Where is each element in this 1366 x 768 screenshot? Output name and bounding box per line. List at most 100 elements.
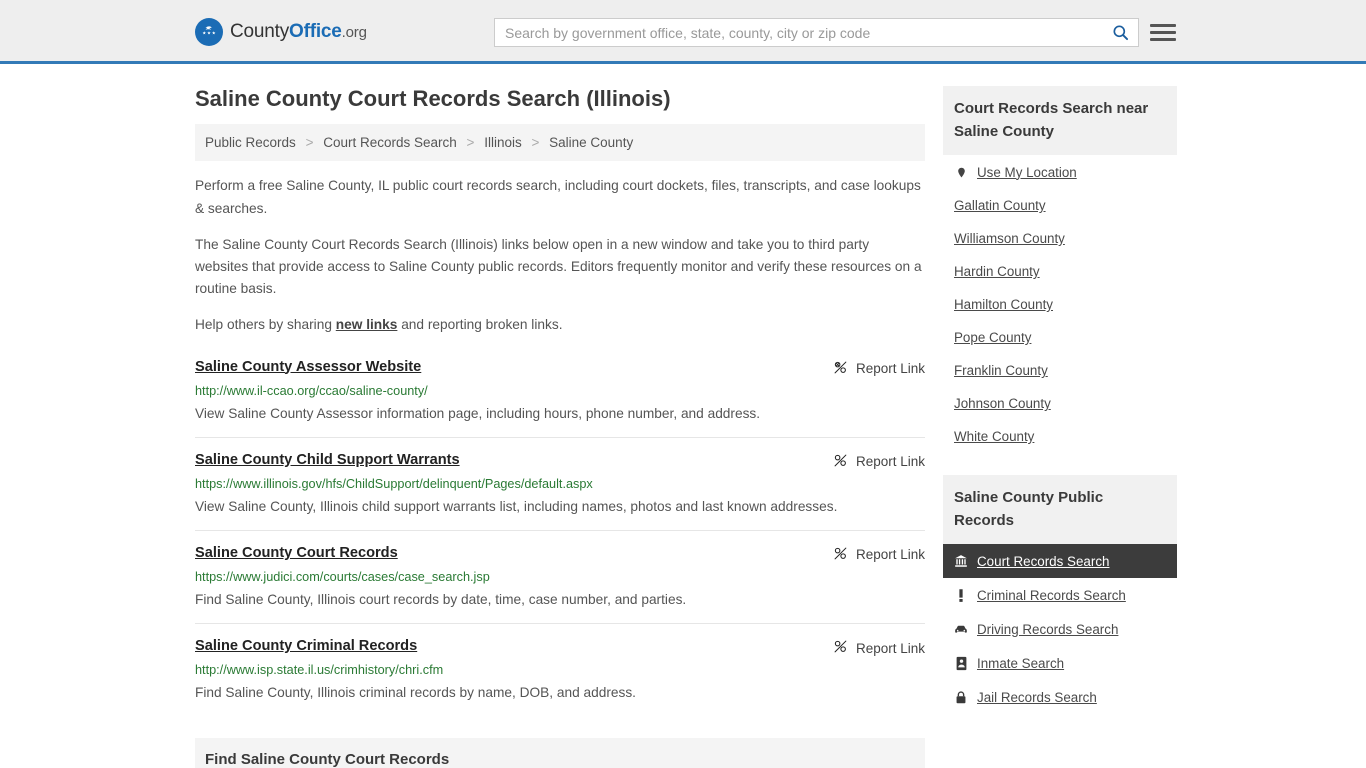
menu-bar-3: [1150, 37, 1176, 41]
lock-icon: [954, 689, 968, 705]
result-url[interactable]: https://www.judici.com/courts/cases/case…: [195, 570, 925, 584]
result-item: Saline County Child Support Warrants Rep…: [195, 436, 925, 530]
exclamation-icon: [954, 587, 968, 603]
breadcrumb: Public Records > Court Records Search > …: [195, 124, 925, 162]
result-url[interactable]: https://www.illinois.gov/hfs/ChildSuppor…: [195, 477, 925, 491]
sidebar-item-inmate-search[interactable]: Inmate Search: [943, 646, 1177, 680]
intro-text: Perform a free Saline County, IL public …: [195, 175, 925, 336]
sidebar-item-hamilton-county[interactable]: Hamilton County: [943, 288, 1177, 321]
result-description: Find Saline County, Illinois criminal re…: [195, 685, 636, 701]
county-link[interactable]: Pope County: [954, 330, 1031, 345]
report-link-button[interactable]: Report Link: [833, 639, 925, 657]
find-records-section: Find Saline County Court Records: [195, 738, 925, 768]
report-link-label: Report Link: [855, 547, 925, 563]
sidebar-item-white-county[interactable]: White County: [943, 420, 1177, 453]
brand-part-county: County: [230, 21, 290, 42]
brand-part-office: Office: [289, 21, 342, 42]
sidebar-link[interactable]: Inmate Search: [977, 656, 1064, 671]
sidebar-public-records-heading: Saline County Public Records: [943, 475, 1177, 544]
sidebar-nearby-heading: Court Records Search near Saline County: [943, 86, 1177, 155]
breadcrumb-item-public-records[interactable]: Public Records: [205, 135, 296, 150]
sidebar-nearby-block: Court Records Search near Saline County …: [943, 86, 1177, 453]
result-item: Saline County Court Records Report Link: [195, 529, 925, 623]
result-header: Saline County Criminal Records Report Li…: [195, 638, 925, 657]
sidebar-item-franklin-county[interactable]: Franklin County: [943, 354, 1177, 387]
result-item: Saline County Criminal Records Report Li…: [195, 623, 925, 716]
county-link[interactable]: White County: [954, 429, 1034, 444]
report-link-label: Report Link: [855, 361, 925, 377]
result-header: Saline County Child Support Warrants Rep…: [195, 452, 925, 471]
result-description: View Saline County Assessor information …: [195, 405, 761, 421]
breadcrumb-separator: >: [466, 135, 475, 151]
eagle-seal-icon: [195, 18, 223, 46]
broken-link-icon: [833, 639, 848, 657]
intro-paragraph-2: The Saline County Court Records Search (…: [195, 236, 922, 297]
result-title-link[interactable]: Saline County Criminal Records: [195, 638, 417, 654]
result-item: Saline County Assessor Website Report Li…: [195, 353, 925, 437]
new-links-link[interactable]: new links: [336, 317, 398, 332]
sidebar-item-williamson-county[interactable]: Williamson County: [943, 222, 1177, 255]
breadcrumb-item-illinois[interactable]: Illinois: [484, 135, 522, 150]
sidebar-link[interactable]: Driving Records Search: [977, 622, 1118, 637]
breadcrumb-item-court-records-search[interactable]: Court Records Search: [323, 135, 457, 150]
content-row: Saline County Court Records Search (Illi…: [195, 64, 1177, 768]
intro-p3-after: and reporting broken links.: [397, 317, 563, 333]
result-url[interactable]: http://www.il-ccao.org/ccao/saline-count…: [195, 384, 925, 398]
result-title-link[interactable]: Saline County Court Records: [195, 545, 398, 561]
breadcrumb-item-saline-county: Saline County: [549, 135, 634, 151]
sidebar-item-criminal-records-search[interactable]: Criminal Records Search: [943, 578, 1177, 612]
main-column: Saline County Court Records Search (Illi…: [195, 64, 925, 768]
sidebar-item-jail-records-search[interactable]: Jail Records Search: [943, 680, 1177, 714]
id-card-icon: [954, 655, 968, 671]
report-link-button[interactable]: Report Link: [833, 546, 925, 564]
courthouse-icon: [954, 553, 968, 569]
sidebar-item-use-my-location[interactable]: Use My Location: [943, 155, 1177, 189]
results-list: Saline County Assessor Website Report Li…: [195, 353, 925, 717]
site-header: CountyOffice.org: [0, 0, 1366, 64]
report-link-label: Report Link: [855, 454, 925, 470]
county-link[interactable]: Williamson County: [954, 231, 1065, 246]
search-bar: [494, 18, 1139, 47]
sidebar-item-gallatin-county[interactable]: Gallatin County: [943, 189, 1177, 222]
county-link[interactable]: Hardin County: [954, 264, 1040, 279]
car-icon: [954, 621, 968, 637]
find-records-title: Find Saline County Court Records: [205, 751, 450, 768]
page-body: Saline County Court Records Search (Illi…: [0, 64, 1366, 768]
sidebar-link[interactable]: Jail Records Search: [977, 690, 1097, 705]
result-title-link[interactable]: Saline County Assessor Website: [195, 359, 421, 375]
breadcrumb-separator: >: [305, 135, 314, 151]
sidebar-link[interactable]: Criminal Records Search: [977, 588, 1126, 603]
sidebar-link[interactable]: Court Records Search: [977, 554, 1109, 569]
sidebar-item-court-records-search[interactable]: Court Records Search: [943, 544, 1177, 578]
intro-p3-before: Help others by sharing: [195, 317, 336, 333]
sidebar-item-pope-county[interactable]: Pope County: [943, 321, 1177, 354]
report-link-button[interactable]: Report Link: [833, 453, 925, 471]
sidebar-item-driving-records-search[interactable]: Driving Records Search: [943, 612, 1177, 646]
search-input[interactable]: [495, 19, 1102, 46]
broken-link-icon: [833, 546, 848, 564]
result-title-link[interactable]: Saline County Child Support Warrants: [195, 452, 460, 468]
sidebar: Court Records Search near Saline County …: [943, 64, 1177, 714]
county-link[interactable]: Hamilton County: [954, 297, 1053, 312]
result-description: View Saline County, Illinois child suppo…: [195, 498, 838, 514]
menu-bar-1: [1150, 23, 1176, 27]
report-link-button[interactable]: Report Link: [833, 360, 925, 378]
result-url[interactable]: http://www.isp.state.il.us/crimhistory/c…: [195, 663, 925, 677]
county-link[interactable]: Johnson County: [954, 396, 1051, 411]
page-title: Saline County Court Records Search (Illi…: [195, 86, 671, 111]
county-link[interactable]: Gallatin County: [954, 198, 1046, 213]
sidebar-item-hardin-county[interactable]: Hardin County: [943, 255, 1177, 288]
result-description: Find Saline County, Illinois court recor…: [195, 591, 687, 607]
report-link-label: Report Link: [855, 640, 925, 656]
sidebar-public-records-block: Saline County Public Records Court Recor…: [943, 475, 1177, 714]
use-my-location-link[interactable]: Use My Location: [977, 165, 1077, 180]
search-icon[interactable]: [1102, 19, 1138, 46]
result-header: Saline County Court Records Report Link: [195, 545, 925, 564]
site-logo[interactable]: CountyOffice.org: [195, 18, 367, 46]
county-link[interactable]: Franklin County: [954, 363, 1048, 378]
result-header: Saline County Assessor Website Report Li…: [195, 359, 925, 378]
breadcrumb-separator: >: [531, 135, 540, 151]
brand-text: CountyOffice.org: [230, 21, 367, 43]
sidebar-item-johnson-county[interactable]: Johnson County: [943, 387, 1177, 420]
hamburger-menu-icon[interactable]: [1150, 19, 1176, 45]
